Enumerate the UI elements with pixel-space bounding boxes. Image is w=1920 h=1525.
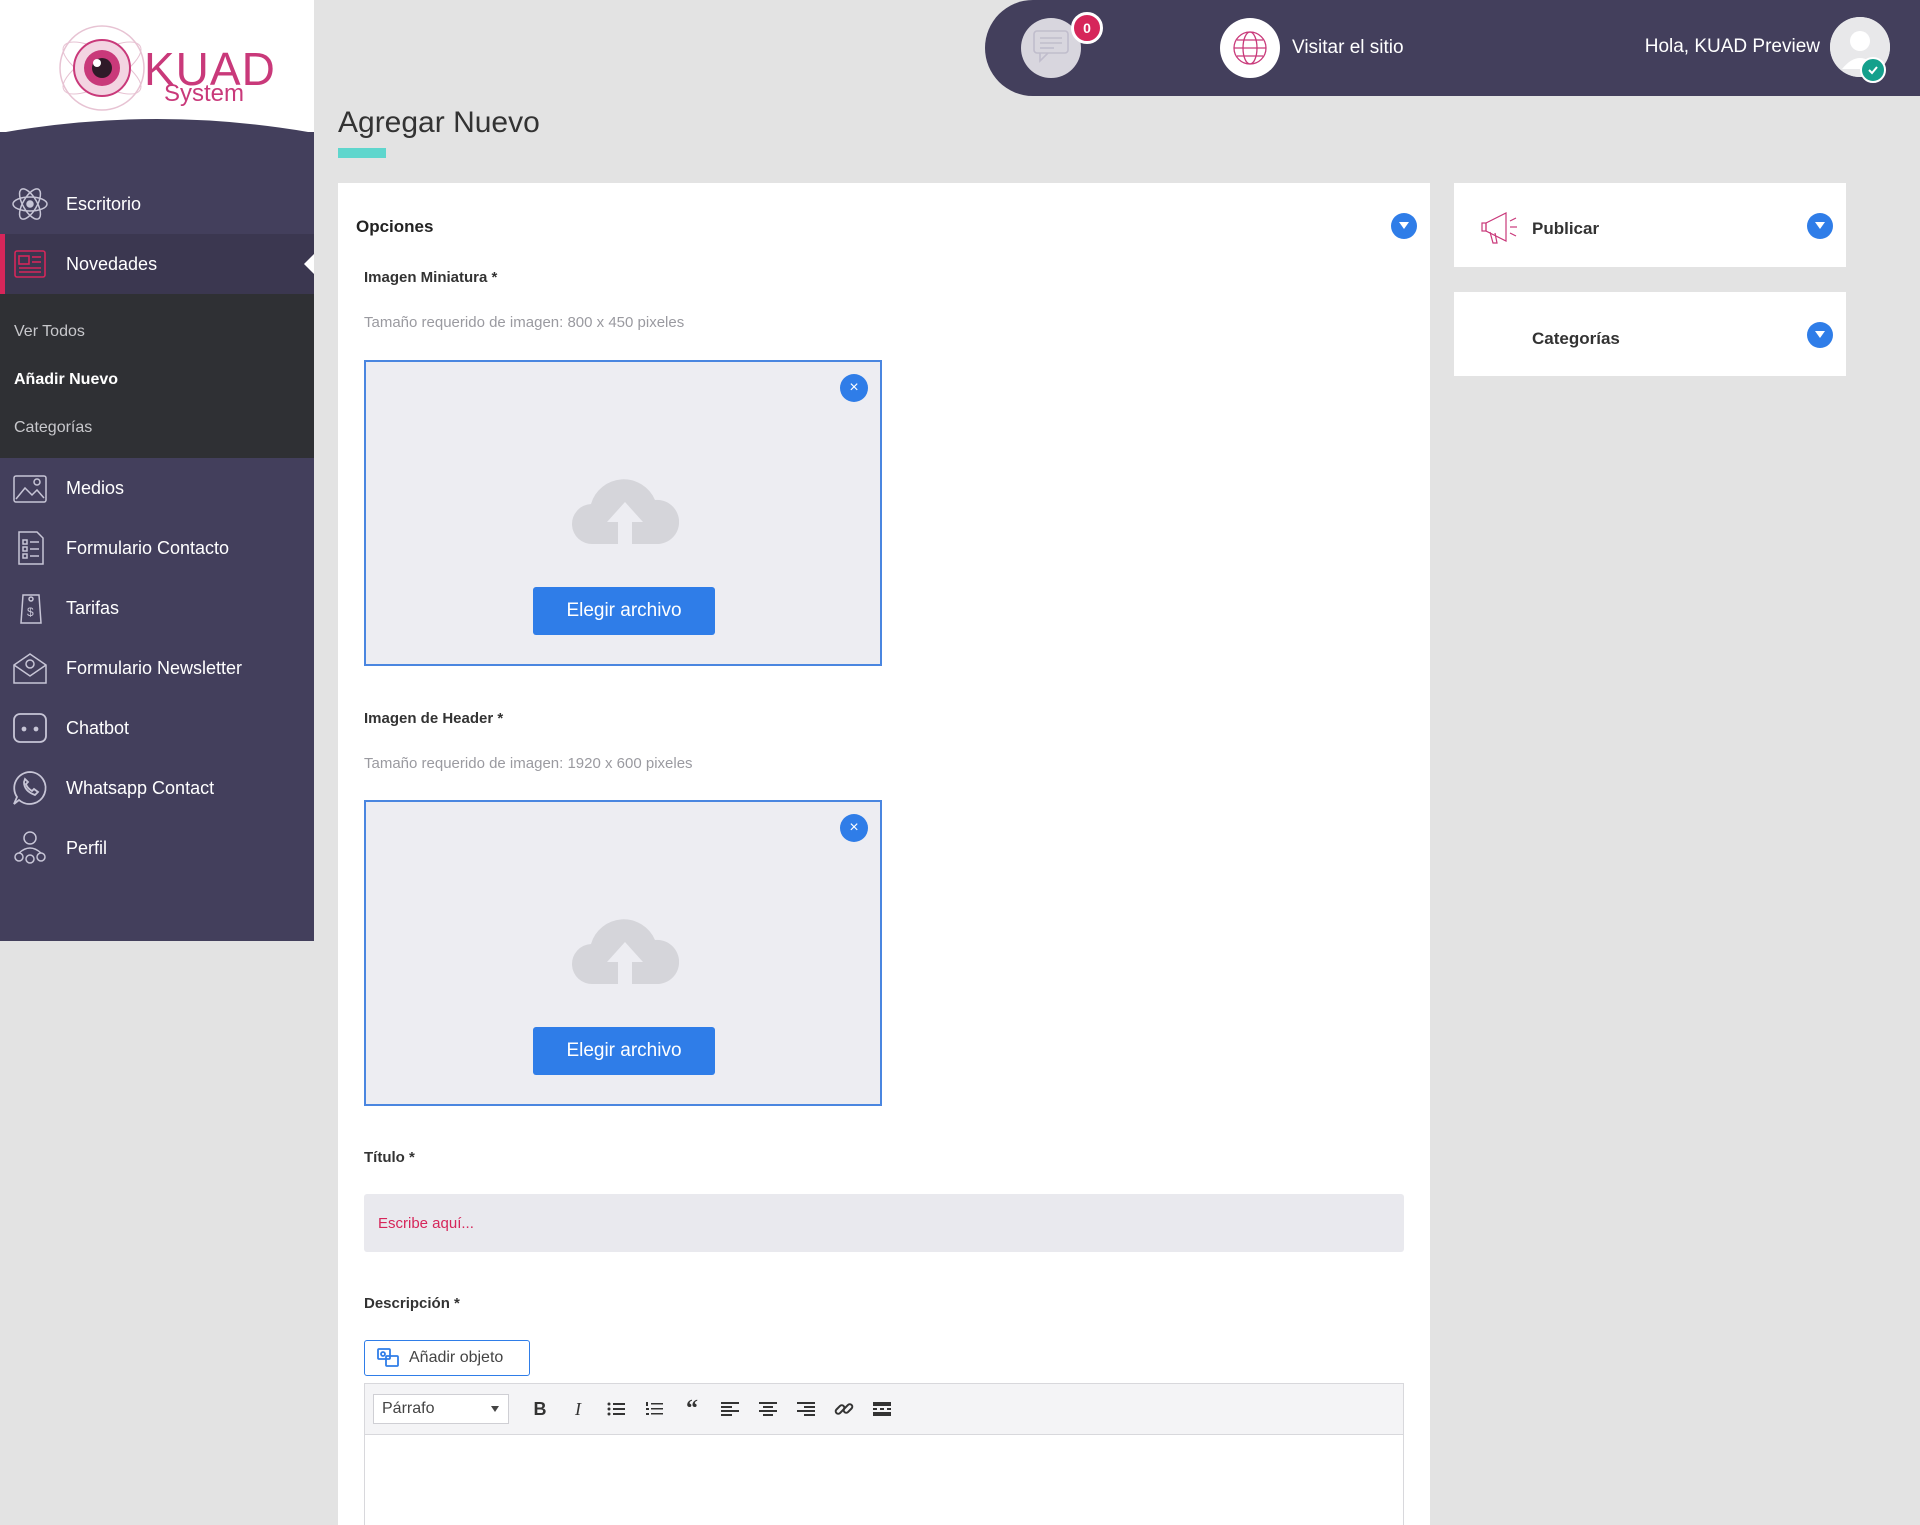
sidebar-item-formulario-contacto[interactable]: Formulario Contacto [0,518,314,578]
title-label: Título * [364,1149,415,1166]
sidebar-item-chatbot[interactable]: Chatbot [0,698,314,758]
visit-site-label: Visitar el sitio [1292,37,1404,58]
globe-icon [1220,18,1280,78]
align-right-icon[interactable] [787,1392,825,1426]
close-icon[interactable]: × [840,374,868,402]
sidebar-item-label: Escritorio [66,193,142,214]
categories-label: Categorías [1532,329,1620,348]
image-icon [10,468,50,508]
categories-card[interactable]: Categorías [1454,292,1846,376]
header-image-hint: Tamaño requerido de imagen: 1920 x 600 p… [364,755,693,772]
publish-label: Publicar [1532,219,1600,238]
active-indicator [0,234,5,294]
user-group-icon [10,828,50,868]
editor-toolbar: Párrafo B I “ [364,1383,1404,1435]
align-left-icon[interactable] [711,1392,749,1426]
sidebar-nav: Escritorio Novedades Ver Todos Añadir Nu… [0,174,314,878]
visit-site-link[interactable]: Visitar el sitio [1220,18,1404,78]
avatar[interactable] [1830,17,1890,83]
add-object-label: Añadir objeto [409,1349,504,1366]
format-select[interactable]: Párrafo [373,1394,509,1424]
submenu-item-ver-todos[interactable]: Ver Todos [0,308,314,356]
blockquote-icon[interactable]: “ [673,1392,711,1426]
sidebar-item-label: Novedades [66,253,158,274]
chevron-down-icon [1398,217,1410,235]
envelope-icon [10,648,50,688]
header-image-label: Imagen de Header * [364,710,504,727]
publish-card[interactable]: Publicar [1454,183,1846,267]
messages-count-badge: 0 [1071,12,1103,44]
categories-collapse-toggle[interactable] [1807,322,1833,348]
sidebar: KUAD System Escritorio Novedades Ver Tod… [0,0,314,941]
thumbnail-hint: Tamaño requerido de imagen: 800 x 450 pi… [364,314,685,331]
link-icon[interactable] [825,1392,863,1426]
italic-icon[interactable]: I [559,1392,597,1426]
media-add-icon [377,1348,399,1368]
sidebar-item-label: Perfil [66,837,108,858]
chevron-down-icon [1814,326,1826,344]
bold-icon[interactable]: B [521,1392,559,1426]
logo-area: KUAD System [0,0,314,133]
sidebar-item-label: Formulario Contacto [66,537,230,558]
newspaper-icon [10,244,50,284]
header-image-dropzone[interactable]: × Elegir archivo [364,800,882,1106]
align-center-icon[interactable] [749,1392,787,1426]
sidebar-item-label: Chatbot [66,717,130,738]
chat-icon [1032,29,1070,68]
submenu-item-categorias[interactable]: Categorías [0,404,314,452]
user-menu[interactable]: Hola, KUAD Preview [1644,16,1890,83]
whatsapp-icon [10,768,50,808]
chevron-down-icon [1814,217,1826,235]
choose-file-button[interactable]: Elegir archivo [533,587,715,635]
active-notch [304,254,314,274]
svg-text:$: $ [27,605,34,619]
sidebar-item-tarifas[interactable]: $ Tarifas [0,578,314,638]
format-select-value: Párrafo [382,1400,435,1417]
submenu-item-anadir-nuevo[interactable]: Añadir Nuevo [0,356,314,404]
kuad-logo[interactable]: KUAD System [50,16,280,122]
close-icon[interactable]: × [840,814,868,842]
sidebar-item-escritorio[interactable]: Escritorio [0,174,314,234]
price-tag-icon: $ [10,588,50,628]
chat-bubble-icon [10,708,50,748]
add-object-button[interactable]: Añadir objeto [364,1340,530,1376]
read-more-icon[interactable] [863,1392,901,1426]
topbar: 0 Visitar el sitio Hola, KUAD Preview [985,0,1920,96]
page-title-underline [338,148,386,158]
user-greeting: Hola, KUAD Preview [1644,36,1820,57]
sidebar-item-label: Formulario Newsletter [66,657,243,678]
thumbnail-dropzone[interactable]: × Elegir archivo [364,360,882,666]
megaphone-icon [1480,207,1520,252]
submenu-novedades: Ver Todos Añadir Nuevo Categorías [0,294,314,458]
cloud-upload-icon [571,919,679,985]
eye-logo-icon [59,25,145,111]
atom-icon [10,184,50,224]
sidebar-item-formulario-newsletter[interactable]: Formulario Newsletter [0,638,314,698]
options-collapse-toggle[interactable] [1391,213,1417,239]
sidebar-item-label: Tarifas [66,597,120,618]
chevron-down-icon [490,1400,500,1418]
sidebar-item-medios[interactable]: Medios [0,458,314,518]
sidebar-item-novedades[interactable]: Novedades [0,234,314,294]
sidebar-item-whatsapp-contact[interactable]: Whatsapp Contact [0,758,314,818]
publish-collapse-toggle[interactable] [1807,213,1833,239]
cloud-upload-icon [571,479,679,545]
online-check-icon [1860,57,1886,83]
bullet-list-icon[interactable] [597,1392,635,1426]
sidebar-curve [0,119,314,133]
description-editor[interactable] [364,1435,1404,1525]
sidebar-item-perfil[interactable]: Perfil [0,818,314,878]
description-label: Descripción * [364,1295,460,1312]
options-section-title: Opciones [356,217,434,236]
thumbnail-label: Imagen Miniatura * [364,269,498,286]
choose-file-button[interactable]: Elegir archivo [533,1027,715,1075]
sidebar-item-label: Medios [66,477,125,498]
form-icon [10,528,50,568]
title-input[interactable] [364,1194,1404,1252]
numbered-list-icon[interactable] [635,1392,673,1426]
options-card: Opciones Imagen Miniatura * Tamaño reque… [338,183,1430,1525]
page-title: Agregar Nuevo [338,106,540,139]
logo-tagline: System [164,80,245,107]
sidebar-item-label: Whatsapp Contact [66,777,215,798]
